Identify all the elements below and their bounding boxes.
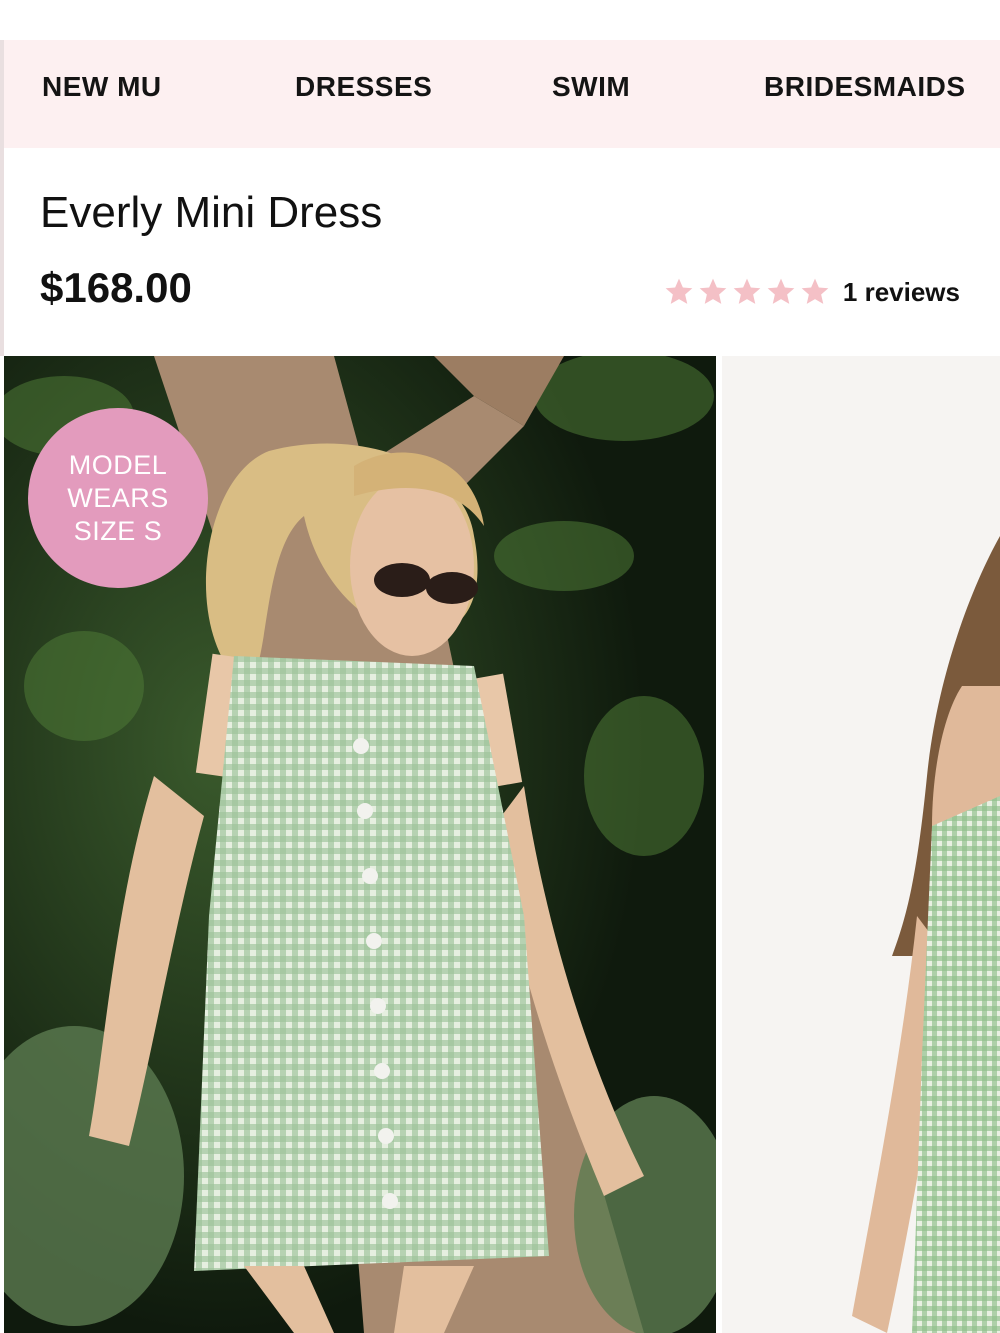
product-rating[interactable]: 1 reviews [663,272,960,312]
product-photo-lifestyle[interactable]: MODEL WEARS SIZE S [4,356,716,1333]
badge-line-3: SIZE S [73,515,163,546]
nav-item-dresses[interactable]: DRESSES [295,40,432,148]
reviews-count[interactable]: 1 reviews [843,277,960,308]
star-icon [767,278,795,304]
product-title: Everly Mini Dress [40,188,383,237]
category-nav: NEW MU DRESSES SWIM BRIDESMAIDS [0,40,1000,148]
badge-line-1: MODEL [68,449,168,480]
star-icon [699,278,727,304]
star-icon [733,278,761,304]
badge-line-2: WEARS [67,482,169,513]
product-photo-studio[interactable] [722,356,1000,1333]
star-icon [801,278,829,304]
nav-item-swim[interactable]: SWIM [552,40,630,148]
rating-stars [663,276,831,308]
product-price: $168.00 [40,264,192,311]
product-gallery: MODEL WEARS SIZE S [0,356,1000,1333]
star-icon [665,278,693,304]
studio-photo-illustration [722,356,1000,1333]
product-details: Everly Mini Dress $168.00 1 reviews [0,148,1000,356]
nav-item-new-mu[interactable]: NEW MU [42,40,162,148]
model-size-badge: MODEL WEARS SIZE S [28,408,208,588]
nav-item-bridesmaids[interactable]: BRIDESMAIDS [764,40,966,148]
